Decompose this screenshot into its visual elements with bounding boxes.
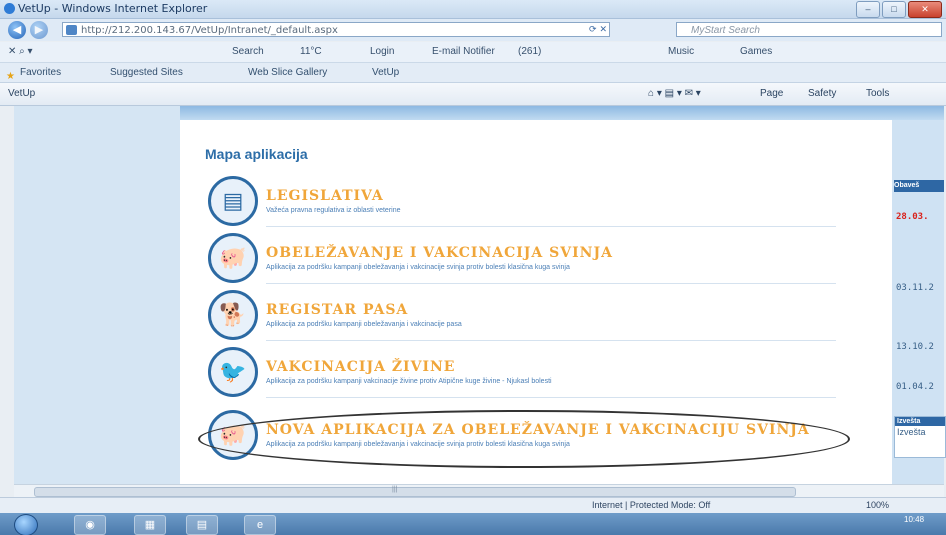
scroll-grip-icon: ||| <box>392 486 398 493</box>
title-bar: VetUp - Windows Internet Explorer – □ ✕ <box>0 0 946 19</box>
login-button[interactable]: Login <box>370 46 394 57</box>
tools-menu[interactable]: Tools <box>866 88 889 99</box>
email-notifier-button[interactable]: E-mail Notifier <box>432 46 495 57</box>
search-placeholder: MyStart Search <box>691 25 760 36</box>
news-date[interactable]: 03.11.2 <box>896 283 934 293</box>
tab-vetup[interactable]: VetUp <box>8 88 35 99</box>
bird-icon: 🐦 <box>208 347 258 397</box>
address-input[interactable]: http://212.200.143.67/VetUp/Intranet/_de… <box>62 22 610 37</box>
dog-icon: 🐕 <box>208 290 258 340</box>
app-description: Aplikacija za podršku kampanji obeležava… <box>266 264 570 271</box>
page-title: Mapa aplikacija <box>205 146 308 162</box>
zoom-level[interactable]: 100% <box>866 500 889 510</box>
address-row: ◀ ▶ http://212.200.143.67/VetUp/Intranet… <box>0 19 946 41</box>
notifier-count: (261) <box>518 46 542 57</box>
scrollbar-thumb[interactable] <box>34 487 796 497</box>
divider <box>266 340 836 341</box>
forward-icon[interactable]: ▶ <box>30 21 48 39</box>
pig-icon: 🐖 <box>208 233 258 283</box>
browser-window: VetUp - Windows Internet Explorer – □ ✕ … <box>0 0 946 535</box>
security-zone[interactable]: Internet | Protected Mode: Off <box>592 500 710 510</box>
reports-header: Izvešta <box>895 417 945 426</box>
app-title[interactable]: REGISTAR PASA <box>266 302 408 318</box>
refresh-icon[interactable]: ⟳ ✕ <box>589 23 607 38</box>
search-icon[interactable]: ✕ ⌕ ▾ <box>8 46 33 57</box>
clock[interactable]: 10:48 <box>904 515 924 524</box>
document-icon: ▤ <box>208 176 258 226</box>
horizontal-scrollbar[interactable]: ||| <box>14 484 944 497</box>
app-title[interactable]: LEGISLATIVA <box>266 188 384 204</box>
reports-box: Izvešta Izvešta <box>894 416 946 458</box>
ie-icon <box>4 3 15 14</box>
divider <box>266 397 836 398</box>
hand-drawn-circle-annotation <box>198 410 850 468</box>
vetup-favorite-link[interactable]: VetUp <box>372 67 399 78</box>
explorer-icon[interactable]: ▦ <box>134 515 166 535</box>
music-button[interactable]: Music <box>668 46 694 57</box>
window-controls: – □ ✕ <box>856 1 942 18</box>
toolbar: ✕ ⌕ ▾ Search 11°C Login E-mail Notifier … <box>0 42 946 63</box>
close-button[interactable]: ✕ <box>908 1 942 18</box>
divider <box>266 283 836 284</box>
app-description: Aplikacija za podršku kampanji vakcinaci… <box>266 378 552 385</box>
taskbar: ◉ ▦ ▤ e 10:48 <box>0 513 946 535</box>
minimize-button[interactable]: – <box>856 1 880 18</box>
app-title[interactable]: OBELEŽAVANJE I VAKCINACIJA SVINJA <box>266 245 613 261</box>
web-page: Mapa aplikacija ▤ LEGISLATIVA Važeća pra… <box>14 106 946 484</box>
page-menu[interactable]: Page <box>760 88 783 99</box>
chrome-icon[interactable]: ◉ <box>74 515 106 535</box>
start-button-icon[interactable] <box>14 514 38 535</box>
news-header: Obaveš <box>894 180 944 192</box>
suggested-sites-link[interactable]: Suggested Sites <box>110 67 183 78</box>
app-title[interactable]: VAKCINACIJA ŽIVINE <box>266 359 455 375</box>
window-title: VetUp - Windows Internet Explorer <box>18 2 208 15</box>
search-input[interactable]: MyStart Search <box>676 22 942 37</box>
back-icon[interactable]: ◀ <box>8 21 26 39</box>
command-bar: VetUp ⌂ ▾ ▤ ▾ ✉ ▾ Page Safety Tools <box>0 83 946 106</box>
left-sidebar <box>14 106 180 484</box>
address-text: http://212.200.143.67/VetUp/Intranet/_de… <box>81 25 338 36</box>
documents-icon[interactable]: ▤ <box>186 515 218 535</box>
news-date[interactable]: 28.03. <box>896 212 929 222</box>
app-description: Aplikacija za podršku kampanji obeležava… <box>266 321 462 328</box>
games-button[interactable]: Games <box>740 46 772 57</box>
toolbar-search-button[interactable]: Search <box>232 46 264 57</box>
maximize-button[interactable]: □ <box>882 1 906 18</box>
home-icon[interactable]: ⌂ ▾ ▤ ▾ ✉ ▾ <box>648 88 701 99</box>
divider <box>266 226 836 227</box>
ie-taskbar-icon[interactable]: e <box>244 515 276 535</box>
weather-label[interactable]: 11°C <box>300 46 322 57</box>
favorites-bar: ★ Favorites Suggested Sites Web Slice Ga… <box>0 63 946 83</box>
favorites-button[interactable]: Favorites <box>20 67 61 78</box>
news-date[interactable]: 13.10.2 <box>896 342 934 352</box>
status-bar: Internet | Protected Mode: Off 100% <box>0 497 946 514</box>
right-panel: Obaveš 28.03. 03.11.2 13.10.2 01.04.2 Iz… <box>892 120 946 484</box>
app-description: Važeća pravna regulativa iz oblasti vete… <box>266 207 401 214</box>
reports-link[interactable]: Izvešta <box>895 426 945 438</box>
page-icon <box>66 25 77 35</box>
main-content: Mapa aplikacija ▤ LEGISLATIVA Važeća pra… <box>180 120 892 484</box>
safety-menu[interactable]: Safety <box>808 88 836 99</box>
web-slice-gallery-link[interactable]: Web Slice Gallery <box>248 67 327 78</box>
news-date[interactable]: 01.04.2 <box>896 382 934 392</box>
